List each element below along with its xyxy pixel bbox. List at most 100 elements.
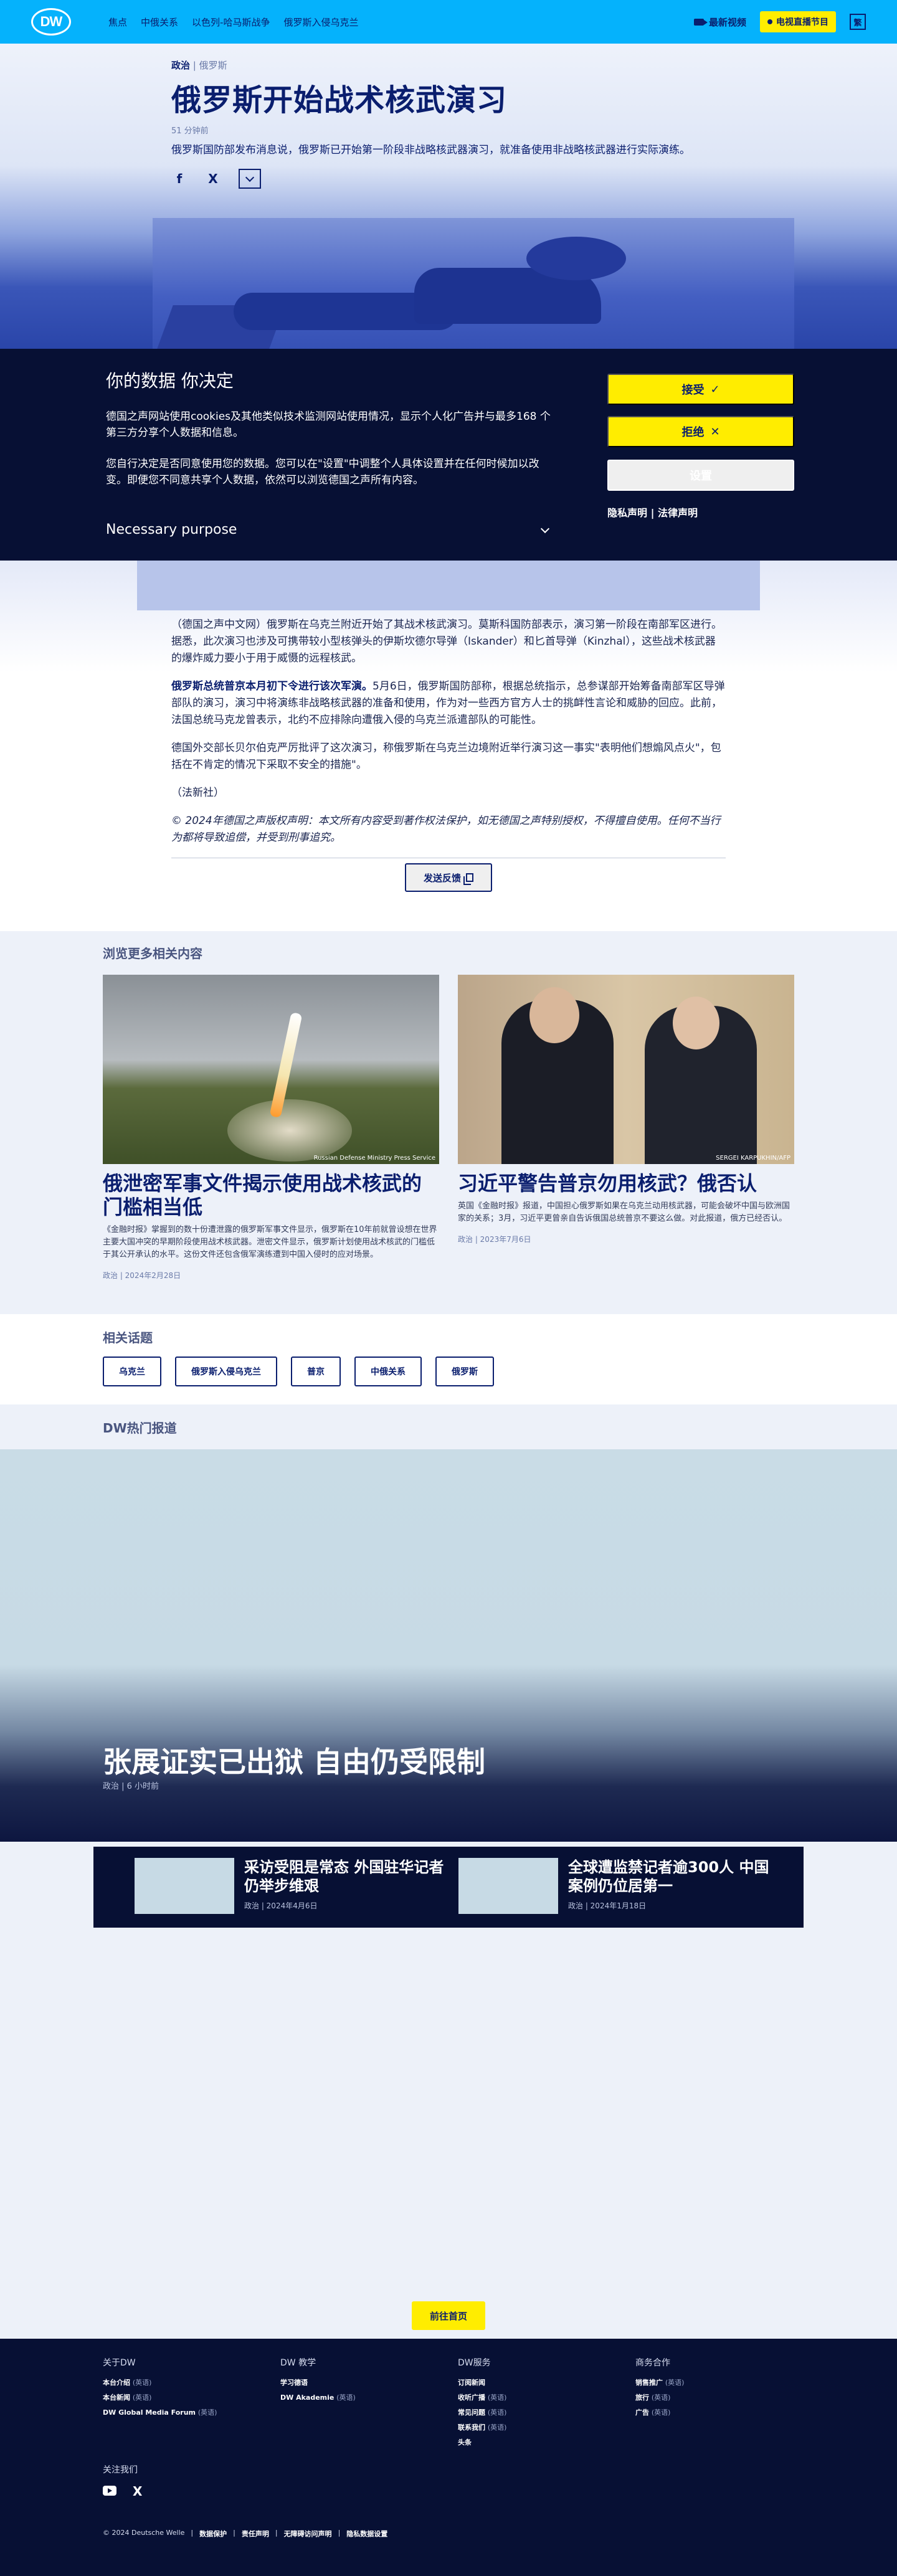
- data-protection-link[interactable]: 数据保护: [199, 2529, 227, 2539]
- footer-link-note: (英语): [651, 2394, 671, 2402]
- close-icon: ✕: [710, 425, 720, 438]
- youtube-icon[interactable]: [103, 2486, 116, 2496]
- kicker-topic[interactable]: 俄罗斯: [199, 60, 227, 71]
- hot-mini-story[interactable]: 采访受阻是常态 外国驻华记者仍举步维艰 政治 | 2024年4月6日: [135, 1858, 450, 1914]
- footer-link[interactable]: 旅行 (英语): [635, 2392, 684, 2402]
- footer-link[interactable]: 常见问题 (英语): [458, 2407, 506, 2417]
- topics-title: 相关话题: [103, 1330, 153, 1345]
- topic-tag[interactable]: 普京: [291, 1357, 341, 1386]
- article-title: 俄罗斯开始战术核武演习: [171, 83, 508, 118]
- x-icon[interactable]: X: [205, 171, 221, 186]
- related-card-meta: 政治 | 2023年7月6日: [458, 1235, 531, 1244]
- footer-link[interactable]: 销售推广 (英语): [635, 2377, 684, 2387]
- reject-button[interactable]: 拒绝 ✕: [607, 416, 794, 447]
- footer-link[interactable]: 广告 (英语): [635, 2407, 684, 2417]
- footer-link[interactable]: 收听广播 (英语): [458, 2392, 506, 2402]
- footer-link-note: (英语): [132, 2394, 152, 2402]
- privacy-settings-link[interactable]: 隐私数据设置: [346, 2529, 387, 2539]
- footer-column-learning: DW 教学 学习德语 DW Akademie (英语): [280, 2356, 356, 2407]
- latest-video-link[interactable]: 最新视频: [693, 16, 746, 29]
- nav-item-russia-ukraine[interactable]: 俄罗斯入侵乌克兰: [283, 16, 358, 29]
- hot-title: DW热门报道: [103, 1421, 177, 1436]
- nav-item-focus[interactable]: 焦点: [108, 16, 127, 29]
- footer-link[interactable]: 学习德语: [280, 2377, 356, 2387]
- footer-link-note: (英语): [487, 2423, 507, 2432]
- footer-link-label: 广告: [635, 2408, 649, 2417]
- footer-link[interactable]: DW Akademie (英语): [280, 2392, 356, 2402]
- footer-link[interactable]: 订阅新闻: [458, 2377, 506, 2387]
- footer-link-note: (英语): [336, 2394, 356, 2402]
- legal-separator: |: [233, 2529, 235, 2537]
- privacy-link[interactable]: 隐私声明: [607, 507, 647, 519]
- footer-link[interactable]: 本台新闻 (英语): [103, 2392, 217, 2402]
- dw-hot-section: DW热门报道 张展证实已出狱 自由仍受限制 政治 | 6 小时前 采访受阻是常态…: [0, 1404, 897, 2339]
- disclaimer-link[interactable]: 责任声明: [242, 2529, 269, 2539]
- footer-link-note: (英语): [487, 2394, 507, 2402]
- footer-column-title: 商务合作: [635, 2358, 670, 2368]
- related-card-headline[interactable]: 习近平警告普京勿用核武？俄否认: [458, 1172, 794, 1195]
- footer-column-title: DW服务: [458, 2358, 491, 2368]
- hot-mini-story[interactable]: 全球遭监禁记者逾300人 中国案例仍位居第一 政治 | 2024年1月18日: [458, 1858, 774, 1914]
- kicker: 政治 | 俄罗斯: [171, 59, 732, 72]
- accept-button[interactable]: 接受 ✓: [607, 374, 794, 405]
- article-hero: 政治 | 俄罗斯 俄罗斯开始战术核武演习 51 分钟前 俄罗斯国防部发布消息说，…: [0, 44, 897, 349]
- hot-main-story[interactable]: 张展证实已出狱 自由仍受限制 政治 | 6 小时前 采访受阻是常态 外国驻华记者…: [0, 1449, 897, 1928]
- footer-link-label: DW Akademie: [280, 2394, 335, 2402]
- send-feedback-button[interactable]: 发送反馈: [405, 863, 492, 892]
- topic-tag[interactable]: 中俄关系: [354, 1357, 422, 1386]
- footer-column-business: 商务合作 销售推广 (英语) 旅行 (英语) 广告 (英语): [635, 2356, 684, 2422]
- footer-link[interactable]: DW Global Media Forum (英语): [103, 2407, 217, 2417]
- social-links: X: [103, 2485, 142, 2498]
- x-icon[interactable]: X: [133, 2485, 142, 2498]
- related-topics-section: 相关话题 乌克兰 俄罗斯入侵乌克兰 普京 中俄关系 俄罗斯: [0, 1314, 897, 1404]
- facebook-icon[interactable]: f: [171, 171, 187, 186]
- hot-mini-headline[interactable]: 采访受阻是常态 外国驻华记者仍举步维艰: [244, 1858, 450, 1895]
- reject-label: 拒绝: [681, 426, 705, 439]
- cookie-link-separator: |: [650, 507, 655, 519]
- cookie-text-2: 您自行决定是否同意使用您的数据。您可以在"设置"中调整个人具体设置并在任何时候加…: [106, 458, 539, 486]
- language-switch-button[interactable]: 繁: [850, 14, 866, 30]
- footer-link[interactable]: 本台介绍 (英语): [103, 2377, 217, 2387]
- hot-mini-headline[interactable]: 全球遭监禁记者逾300人 中国案例仍位居第一: [568, 1858, 774, 1895]
- kicker-category[interactable]: 政治: [171, 60, 190, 71]
- nav-item-israel-hamas[interactable]: 以色列-哈马斯战争: [192, 16, 270, 29]
- send-feedback-label: 发送反馈: [423, 872, 461, 884]
- hot-main-headline[interactable]: 张展证实已出狱 自由仍受限制: [103, 1740, 485, 1781]
- copyright-notice: © 2024年德国之声版权声明：本文所有内容受到著作权法保护，如无德国之声特别授…: [171, 815, 721, 844]
- more-share-button[interactable]: [239, 169, 261, 189]
- footer-link-note: (英语): [132, 2379, 152, 2387]
- legal-separator: |: [338, 2529, 341, 2537]
- settings-button[interactable]: 设置: [607, 460, 794, 491]
- necessary-purpose-toggle[interactable]: Necessary purpose: [106, 522, 550, 537]
- footer-link-label: 联系我们: [458, 2423, 485, 2432]
- footer-column-title: DW 教学: [280, 2358, 316, 2368]
- article-lead: 俄罗斯国防部发布消息说，俄罗斯已开始第一阶段非战略核武器演习，就准备使用非战略核…: [171, 144, 690, 156]
- kicker-separator: |: [192, 60, 196, 71]
- necessary-purpose-label: Necessary purpose: [106, 522, 237, 537]
- footer-link[interactable]: 头条: [458, 2437, 506, 2447]
- dw-logo[interactable]: DW: [31, 8, 71, 36]
- cookie-links: 隐私声明 | 法律声明: [607, 504, 698, 519]
- footer-link[interactable]: 联系我们 (英语): [458, 2422, 506, 2432]
- share-bar: f X: [171, 169, 732, 189]
- legal-link[interactable]: 法律声明: [658, 507, 698, 519]
- article-bold-lead[interactable]: 俄罗斯总统普京本月初下令进行该次军演。: [171, 680, 373, 693]
- article-paragraph: （德国之声中文网）俄罗斯在乌克兰附近开始了其战术核武演习。莫斯科国防部表示，演习…: [171, 618, 722, 665]
- copy-icon: [463, 873, 473, 885]
- footer-link-label: 常见问题: [458, 2408, 485, 2417]
- related-card[interactable]: SERGEI KARPUKHIN/AFP 习近平警告普京勿用核武？俄否认 英国《…: [458, 975, 794, 1244]
- topic-tag[interactable]: 俄罗斯入侵乌克兰: [175, 1357, 277, 1386]
- nav-item-china-russia[interactable]: 中俄关系: [141, 16, 178, 29]
- related-card[interactable]: Russian Defense Ministry Press Service 俄…: [103, 975, 439, 1281]
- story-thumbnail: [458, 1858, 558, 1914]
- tv-live-label: 电视直播节目: [776, 17, 828, 27]
- top-navigation-bar: DW 焦点 中俄关系 以色列-哈马斯战争 俄罗斯入侵乌克兰 最新视频 电视直播节…: [0, 0, 897, 44]
- topic-tag[interactable]: 乌克兰: [103, 1357, 161, 1386]
- accessibility-link[interactable]: 无障碍访问声明: [284, 2529, 332, 2539]
- related-card-headline[interactable]: 俄泄密军事文件揭示使用战术核武的门槛相当低: [103, 1172, 439, 1219]
- article-paragraph: 德国外交部长贝尔伯克严厉批评了这次演习，称俄罗斯在乌克兰边境附近举行演习这一事实…: [171, 742, 721, 771]
- tv-live-button[interactable]: 电视直播节目: [760, 11, 836, 32]
- topic-tag[interactable]: 俄罗斯: [435, 1357, 494, 1386]
- go-to-homepage-button[interactable]: 前往首页: [412, 2301, 485, 2330]
- article-paragraph: （法新社）: [171, 787, 224, 799]
